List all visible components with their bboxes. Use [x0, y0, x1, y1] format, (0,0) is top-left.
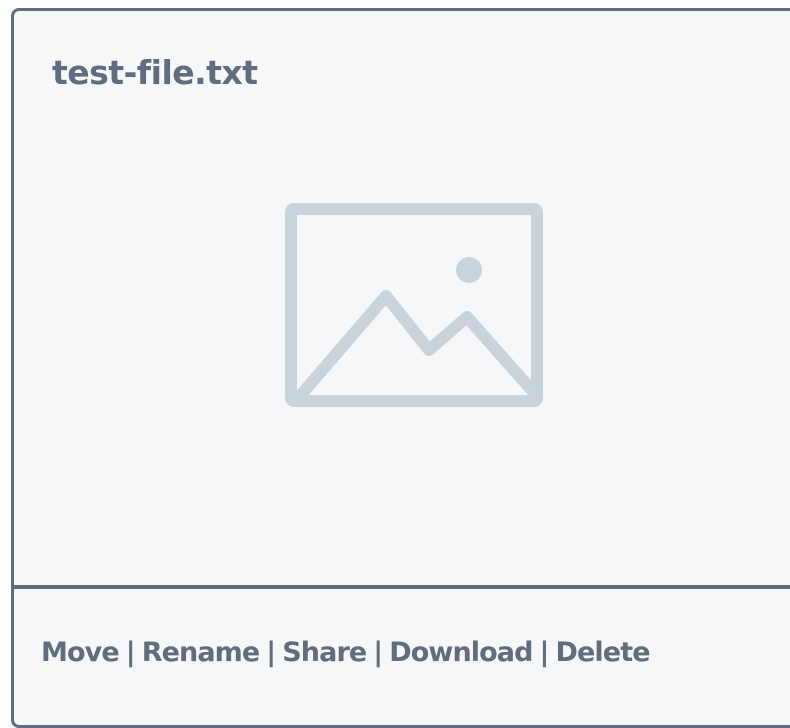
action-separator: | — [125, 637, 136, 668]
image-placeholder-icon — [285, 203, 543, 407]
action-separator: | — [539, 637, 550, 668]
card-divider — [14, 585, 790, 589]
delete-link[interactable]: Delete — [556, 637, 651, 668]
rename-link[interactable]: Rename — [142, 637, 260, 668]
share-link[interactable]: Share — [282, 637, 367, 668]
file-actions: Move | Rename | Share | Download | Delet… — [41, 637, 651, 668]
action-separator: | — [266, 637, 276, 668]
file-card: test-file.txt Move | Rename | Share | Do… — [11, 8, 790, 728]
file-name: test-file.txt — [52, 53, 258, 92]
action-separator: | — [373, 637, 383, 668]
move-link[interactable]: Move — [41, 637, 120, 668]
download-link[interactable]: Download — [389, 637, 533, 668]
file-preview — [282, 200, 546, 410]
